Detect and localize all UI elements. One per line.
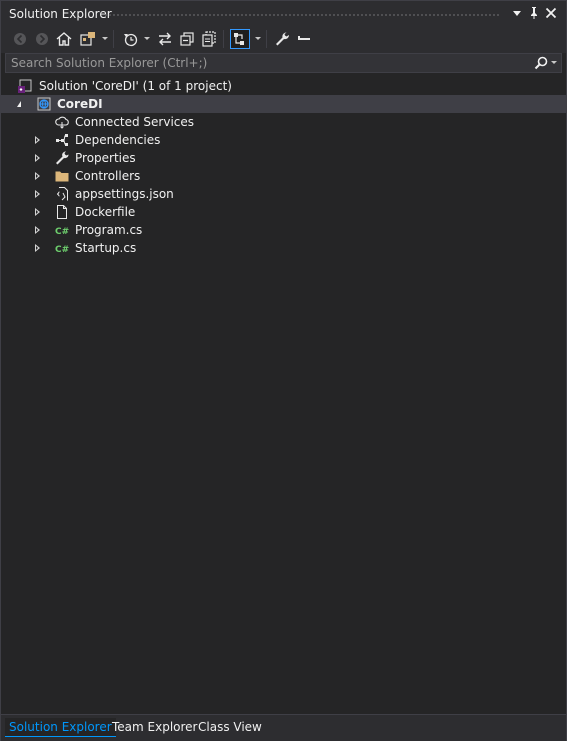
toolbar-separator (113, 30, 114, 48)
tree-item-label: Dependencies (75, 133, 161, 147)
expand-arrow-icon[interactable] (35, 244, 40, 252)
home-icon[interactable] (55, 30, 73, 48)
svg-text:C#: C# (55, 245, 69, 255)
preview-selected-items-icon[interactable] (230, 29, 250, 49)
solution-label: Solution 'CoreDI' (1 of 1 project) (39, 79, 232, 93)
expand-arrow-icon[interactable] (35, 190, 40, 198)
tab-class-view[interactable]: Class View (194, 718, 266, 736)
csharp-file-icon: C# (54, 222, 70, 238)
tree-item-startup-cs[interactable]: C# Startup.cs (1, 239, 566, 257)
tree-item-label: Properties (75, 151, 136, 165)
toolbar-separator (266, 30, 267, 48)
tree-item-dockerfile[interactable]: Dockerfile (1, 203, 566, 221)
tab-solution-explorer[interactable]: Solution Explorer (5, 718, 116, 737)
window-position-dropdown-icon[interactable] (509, 5, 525, 21)
expand-arrow-icon[interactable] (35, 136, 40, 144)
json-file-icon (54, 186, 70, 202)
csharp-file-icon: C# (54, 240, 70, 256)
toolbar-separator (223, 30, 224, 48)
tree-item-dependencies[interactable]: Dependencies (1, 131, 566, 149)
tree-item-label: appsettings.json (75, 187, 174, 201)
title-bar: Solution Explorer (1, 1, 566, 25)
expand-arrow-icon[interactable] (35, 208, 40, 216)
drag-grip[interactable] (104, 13, 499, 18)
pin-bar-icon[interactable] (295, 30, 313, 48)
tree-item-label: Startup.cs (75, 241, 137, 255)
sync-with-active-document-icon[interactable] (156, 30, 174, 48)
solution-explorer-panel: Solution Explorer Search Solution Explor… (0, 0, 567, 741)
bottom-tab-strip: Solution Explorer Team Explorer Class Vi… (1, 714, 566, 741)
tree-item-appsettings[interactable]: appsettings.json (1, 185, 566, 203)
expand-arrow-icon[interactable] (35, 154, 40, 162)
tree-item-controllers[interactable]: Controllers (1, 167, 566, 185)
search-icon[interactable] (533, 55, 549, 71)
toolbar (1, 25, 566, 53)
solution-tree: Solution 'CoreDI' (1 of 1 project) CoreD… (1, 77, 566, 714)
preview-dropdown-icon[interactable] (255, 37, 261, 40)
tree-item-label: Controllers (75, 169, 141, 183)
connected-services-icon (54, 114, 70, 130)
wrench-icon (54, 150, 70, 166)
tree-item-label: Connected Services (75, 115, 195, 129)
show-all-files-icon[interactable] (200, 30, 218, 48)
search-options-dropdown-icon[interactable] (551, 61, 557, 64)
svg-text:C#: C# (55, 227, 69, 237)
expand-arrow-icon[interactable] (17, 101, 21, 107)
tree-item-solution[interactable]: Solution 'CoreDI' (1 of 1 project) (1, 77, 566, 95)
tab-team-explorer[interactable]: Team Explorer (108, 718, 202, 736)
back-arrow-icon[interactable] (11, 30, 29, 48)
tree-item-label: Dockerfile (75, 205, 136, 219)
forward-arrow-icon[interactable] (33, 30, 51, 48)
web-project-icon (36, 96, 52, 112)
tree-item-properties[interactable]: Properties (1, 149, 566, 167)
properties-wrench-icon[interactable] (273, 30, 291, 48)
project-label: CoreDI (57, 97, 103, 111)
pin-icon[interactable] (526, 5, 542, 21)
expand-arrow-icon[interactable] (35, 226, 40, 234)
switch-views-icon[interactable] (79, 30, 97, 48)
solution-icon (17, 78, 33, 94)
expand-arrow-icon[interactable] (35, 172, 40, 180)
tree-item-label: Program.cs (75, 223, 143, 237)
tree-item-program-cs[interactable]: C# Program.cs (1, 221, 566, 239)
panel-title: Solution Explorer (9, 7, 112, 21)
tree-item-connected-services[interactable]: Connected Services (1, 113, 566, 131)
file-icon (54, 204, 70, 220)
search-box[interactable] (5, 53, 562, 73)
switch-views-dropdown-icon[interactable] (102, 37, 108, 40)
tree-item-project[interactable]: CoreDI (1, 95, 566, 113)
pending-changes-filter-icon[interactable] (121, 30, 139, 48)
filter-dropdown-icon[interactable] (144, 37, 150, 40)
folder-icon (54, 168, 70, 184)
search-input[interactable] (6, 54, 531, 72)
close-icon[interactable] (543, 5, 559, 21)
collapse-all-icon[interactable] (178, 30, 196, 48)
dependencies-icon (54, 132, 70, 148)
